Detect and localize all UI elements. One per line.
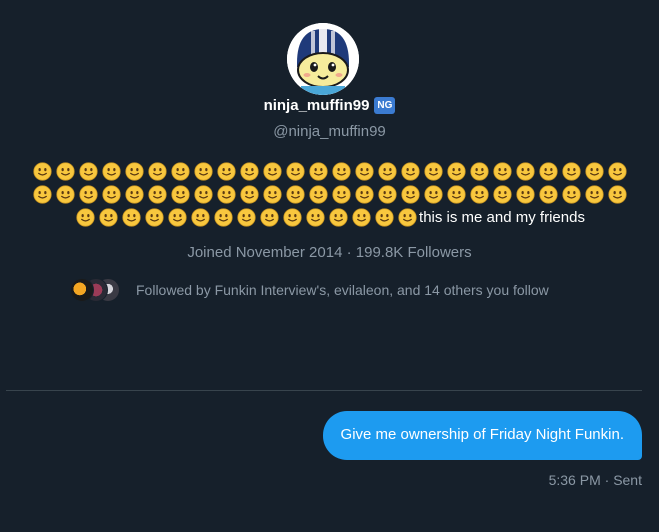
slightly-smiling-face-icon	[308, 185, 328, 204]
slightly-smiling-face-icon	[193, 162, 213, 181]
bio-emoji-row-3: this is me and my friends	[20, 206, 639, 229]
slightly-smiling-face-icon	[446, 162, 466, 181]
slightly-smiling-face-icon	[515, 185, 535, 204]
newgrounds-badge: NG	[374, 96, 396, 114]
bio-emoji-row-1	[20, 160, 639, 183]
slightly-smiling-face-icon	[170, 185, 190, 204]
slightly-smiling-face-icon	[122, 208, 141, 227]
slightly-smiling-face-icon	[329, 208, 348, 227]
slightly-smiling-face-icon	[584, 162, 604, 181]
slightly-smiling-face-icon	[331, 185, 351, 204]
slightly-smiling-face-icon	[168, 208, 187, 227]
slightly-smiling-face-icon	[331, 162, 351, 181]
slightly-smiling-face-icon	[216, 185, 236, 204]
followed-by-row[interactable]: Followed by Funkin Interview's, evilaleo…	[70, 277, 549, 303]
slightly-smiling-face-icon	[469, 162, 489, 181]
slightly-smiling-face-icon	[260, 208, 279, 227]
slightly-smiling-face-icon	[561, 185, 581, 204]
slightly-smiling-face-icon	[99, 208, 118, 227]
slightly-smiling-face-icon	[354, 185, 374, 204]
slightly-smiling-face-icon	[469, 185, 489, 204]
slightly-smiling-face-icon	[55, 162, 75, 181]
slightly-smiling-face-icon	[101, 162, 121, 181]
joined-and-followers[interactable]: Joined November 2014 · 199.8K Followers	[0, 243, 659, 263]
slightly-smiling-face-icon	[262, 162, 282, 181]
slightly-smiling-face-icon	[32, 162, 52, 181]
divider	[6, 390, 642, 391]
follower-avatar	[70, 278, 94, 302]
slightly-smiling-face-icon	[377, 185, 397, 204]
bio-text: this is me and my friends	[419, 209, 585, 226]
message-status: Sent	[613, 472, 642, 488]
followed-by-text: Followed by Funkin Interview's, evilaleo…	[136, 282, 549, 298]
slightly-smiling-face-icon	[398, 208, 417, 227]
slightly-smiling-face-icon	[32, 185, 52, 204]
slightly-smiling-face-icon	[561, 162, 581, 181]
profile-bio: this is me and my friends	[20, 160, 639, 229]
slightly-smiling-face-icon	[285, 162, 305, 181]
message-time: 5:36 PM	[548, 472, 601, 488]
slightly-smiling-face-icon	[538, 162, 558, 181]
slightly-smiling-face-icon	[145, 208, 164, 227]
follower-avatars	[70, 278, 124, 302]
display-name-row: ninja_muffin99 NG	[0, 96, 659, 116]
slightly-smiling-face-icon	[446, 185, 466, 204]
slightly-smiling-face-icon	[76, 208, 95, 227]
slightly-smiling-face-icon	[400, 162, 420, 181]
slightly-smiling-face-icon	[147, 185, 167, 204]
slightly-smiling-face-icon	[285, 185, 305, 204]
slightly-smiling-face-icon	[352, 208, 371, 227]
slightly-smiling-face-icon	[354, 162, 374, 181]
slightly-smiling-face-icon	[584, 185, 604, 204]
slightly-smiling-face-icon	[78, 162, 98, 181]
slightly-smiling-face-icon	[492, 185, 512, 204]
slightly-smiling-face-icon	[214, 208, 233, 227]
bio-emoji-row-2	[20, 183, 639, 206]
slightly-smiling-face-icon	[538, 185, 558, 204]
slightly-smiling-face-icon	[423, 162, 443, 181]
slightly-smiling-face-icon	[423, 185, 443, 204]
message-meta: 5:36 PM · Sent	[549, 471, 642, 489]
slightly-smiling-face-icon	[193, 185, 213, 204]
slightly-smiling-face-icon	[170, 162, 190, 181]
slightly-smiling-face-icon	[124, 185, 144, 204]
meta-separator: ·	[600, 472, 614, 488]
slightly-smiling-face-icon	[147, 162, 167, 181]
slightly-smiling-face-icon	[607, 162, 627, 181]
slightly-smiling-face-icon	[239, 185, 259, 204]
slightly-smiling-face-icon	[375, 208, 394, 227]
slightly-smiling-face-icon	[607, 185, 627, 204]
profile-avatar[interactable]	[287, 23, 359, 95]
slightly-smiling-face-icon	[55, 185, 75, 204]
slightly-smiling-face-icon	[101, 185, 121, 204]
slightly-smiling-face-icon	[191, 208, 210, 227]
slightly-smiling-face-icon	[237, 208, 256, 227]
message-bubble[interactable]: Give me ownership of Friday Night Funkin…	[322, 411, 642, 460]
slightly-smiling-face-icon	[239, 162, 259, 181]
slightly-smiling-face-icon	[308, 162, 328, 181]
slightly-smiling-face-icon	[262, 185, 282, 204]
slightly-smiling-face-icon	[78, 185, 98, 204]
slightly-smiling-face-icon	[216, 162, 236, 181]
slightly-smiling-face-icon	[306, 208, 325, 227]
slightly-smiling-face-icon	[400, 185, 420, 204]
slightly-smiling-face-icon	[515, 162, 535, 181]
slightly-smiling-face-icon	[377, 162, 397, 181]
profile-handle[interactable]: @ninja_muffin99	[0, 122, 659, 142]
slightly-smiling-face-icon	[124, 162, 144, 181]
ninja-mascot-icon	[287, 23, 359, 95]
display-name[interactable]: ninja_muffin99	[264, 97, 370, 114]
slightly-smiling-face-icon	[283, 208, 302, 227]
slightly-smiling-face-icon	[492, 162, 512, 181]
